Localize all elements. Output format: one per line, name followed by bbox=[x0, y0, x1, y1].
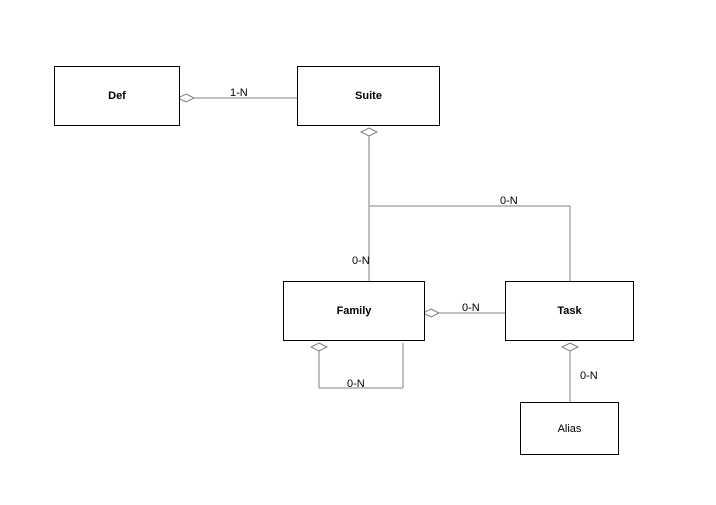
diamond-family-right bbox=[423, 309, 439, 317]
node-suite-label: Suite bbox=[355, 90, 382, 102]
card-task-alias: 0-N bbox=[580, 370, 598, 382]
node-alias-label: Alias bbox=[558, 423, 582, 435]
card-suite-family: 0-N bbox=[352, 255, 370, 267]
node-family: Family bbox=[283, 281, 425, 341]
node-def-label: Def bbox=[108, 90, 126, 102]
node-task-label: Task bbox=[557, 305, 581, 317]
node-alias: Alias bbox=[520, 402, 619, 455]
er-diagram-canvas: Def Suite Family Task Alias 1-N 0-N 0-N … bbox=[0, 0, 716, 505]
diamond-family-bottom bbox=[311, 343, 327, 351]
card-family-family: 0-N bbox=[347, 378, 365, 390]
card-def-suite: 1-N bbox=[230, 87, 248, 99]
node-family-label: Family bbox=[337, 305, 372, 317]
card-family-task: 0-N bbox=[462, 302, 480, 314]
node-def: Def bbox=[54, 66, 180, 126]
diamond-suite-bottom bbox=[361, 128, 377, 136]
node-task: Task bbox=[505, 281, 634, 341]
node-suite: Suite bbox=[297, 66, 440, 126]
diamond-def-right bbox=[178, 94, 194, 102]
diamond-task-bottom bbox=[562, 343, 578, 351]
card-suite-task: 0-N bbox=[500, 195, 518, 207]
